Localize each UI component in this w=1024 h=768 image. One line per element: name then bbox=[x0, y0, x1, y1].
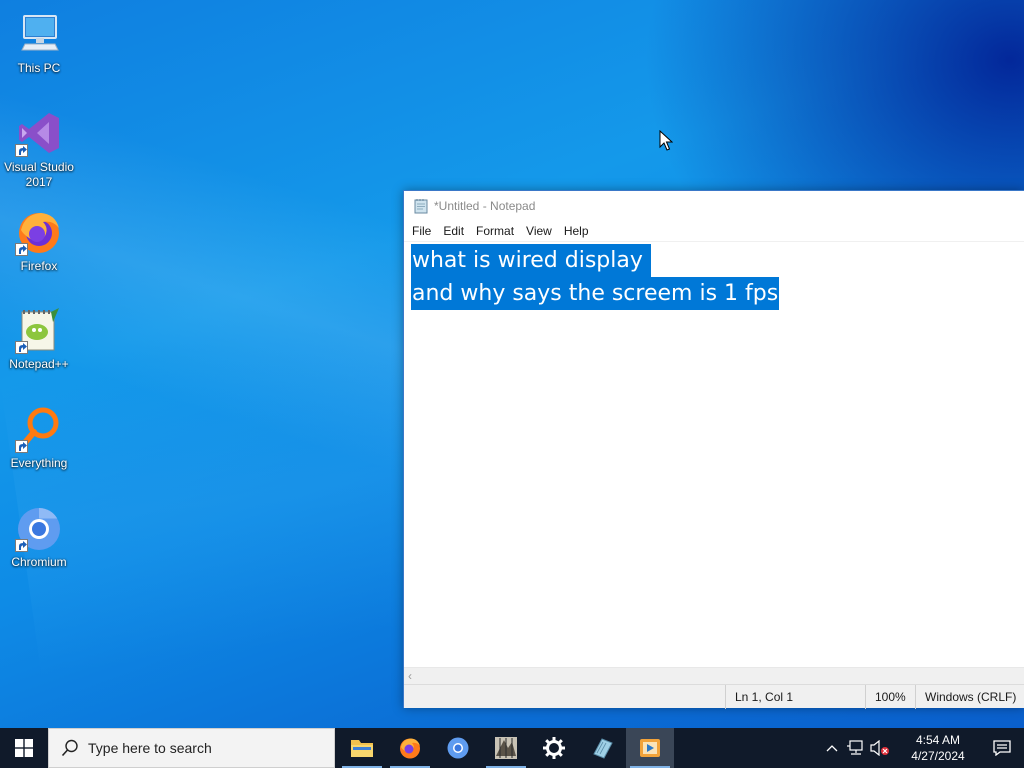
desktop-icon-firefox[interactable]: Firefox bbox=[2, 202, 76, 292]
search-icon bbox=[61, 739, 78, 757]
taskbar-file-explorer[interactable] bbox=[338, 728, 386, 768]
volume-muted-icon bbox=[870, 740, 889, 756]
desktop-icon-label: Chromium bbox=[11, 555, 67, 569]
taskbar-firefox[interactable] bbox=[386, 728, 434, 768]
settings-icon bbox=[543, 737, 565, 759]
mouse-cursor-icon bbox=[659, 129, 674, 156]
search-placeholder: Type here to search bbox=[88, 740, 212, 756]
action-center-button[interactable] bbox=[980, 728, 1024, 768]
desktop-icon-notepadpp[interactable]: Notepad++ bbox=[2, 300, 76, 390]
windows-logo-icon bbox=[15, 739, 33, 757]
desktop: This PC Visual Studio 2017 Firefox Notep… bbox=[0, 0, 1024, 728]
shortcut-arrow-icon bbox=[15, 341, 28, 354]
media-icon bbox=[640, 739, 660, 757]
menu-help[interactable]: Help bbox=[558, 221, 595, 241]
desktop-icon-label: Everything bbox=[10, 456, 68, 470]
desktop-icon-label: Visual Studio 2017 bbox=[4, 160, 74, 189]
status-bar: Ln 1, Col 1 100% Windows (CRLF) bbox=[404, 684, 1024, 709]
taskbar: Type here to search 4:54 AM 4/27/2024 bbox=[0, 728, 1024, 768]
this-pc-icon bbox=[15, 10, 63, 58]
notification-icon bbox=[993, 740, 1011, 756]
desktop-icon-label: Notepad++ bbox=[9, 357, 69, 371]
firefox-icon bbox=[400, 738, 420, 759]
notepad-window[interactable]: *Untitled - Notepad File Edit Format Vie… bbox=[403, 190, 1024, 709]
horizontal-scrollbar[interactable]: ‹ bbox=[404, 667, 1024, 684]
status-zoom: 100% bbox=[865, 685, 915, 709]
start-button[interactable] bbox=[0, 728, 48, 768]
notepad-icon bbox=[413, 198, 429, 214]
show-hidden-icons-button[interactable] bbox=[820, 728, 844, 768]
taskbar-media[interactable] bbox=[626, 728, 674, 768]
volume-button[interactable] bbox=[868, 728, 892, 768]
chromium-icon bbox=[447, 737, 469, 759]
status-position: Ln 1, Col 1 bbox=[725, 685, 865, 709]
window-title: *Untitled - Notepad bbox=[434, 199, 536, 213]
desktop-icon-everything[interactable]: Everything bbox=[2, 399, 76, 489]
desktop-icon-label: Firefox bbox=[20, 259, 58, 273]
desktop-icon-chromium[interactable]: Chromium bbox=[2, 498, 76, 588]
status-encoding: Windows (CRLF) bbox=[915, 685, 1024, 709]
desktop-icon-this-pc[interactable]: This PC bbox=[2, 4, 76, 94]
notepad-icon bbox=[593, 738, 613, 759]
notepadpp-icon bbox=[15, 306, 63, 354]
firefox-icon bbox=[15, 208, 63, 256]
clock-time: 4:54 AM bbox=[915, 733, 961, 747]
menu-bar: File Edit Format View Help bbox=[404, 221, 1024, 241]
shortcut-arrow-icon bbox=[15, 539, 28, 552]
everything-icon bbox=[15, 405, 63, 453]
desktop-icon-label: This PC bbox=[17, 61, 61, 75]
text-editor[interactable]: what is wired display and why says the s… bbox=[404, 241, 1024, 667]
chevron-up-icon bbox=[826, 745, 838, 752]
menu-format[interactable]: Format bbox=[470, 221, 520, 241]
notepad-titlebar[interactable]: *Untitled - Notepad bbox=[404, 191, 1024, 221]
menu-file[interactable]: File bbox=[406, 221, 437, 241]
shortcut-arrow-icon bbox=[15, 440, 28, 453]
taskbar-chromium[interactable] bbox=[434, 728, 482, 768]
system-tray: 4:54 AM 4/27/2024 bbox=[820, 728, 1024, 768]
app-icon bbox=[495, 737, 517, 759]
network-button[interactable] bbox=[844, 728, 868, 768]
visual-studio-icon bbox=[15, 109, 63, 157]
menu-edit[interactable]: Edit bbox=[437, 221, 470, 241]
scroll-left-icon[interactable]: ‹ bbox=[408, 669, 412, 683]
taskbar-notepad[interactable] bbox=[578, 728, 626, 768]
clock-date: 4/27/2024 bbox=[911, 749, 965, 763]
network-icon bbox=[847, 740, 863, 755]
taskbar-search[interactable]: Type here to search bbox=[48, 728, 335, 768]
selected-text-line[interactable]: and why says the screem is 1 fps bbox=[411, 277, 780, 310]
taskbar-clock[interactable]: 4:54 AM 4/27/2024 bbox=[898, 732, 978, 764]
desktop-icon-visual-studio[interactable]: Visual Studio 2017 bbox=[2, 103, 76, 193]
taskbar-apps bbox=[338, 728, 674, 768]
taskbar-app[interactable] bbox=[482, 728, 530, 768]
shortcut-arrow-icon bbox=[15, 144, 28, 157]
file-explorer-icon bbox=[351, 740, 373, 757]
chromium-icon bbox=[15, 504, 63, 552]
taskbar-settings[interactable] bbox=[530, 728, 578, 768]
selected-text-line[interactable]: what is wired display bbox=[411, 244, 651, 277]
menu-view[interactable]: View bbox=[520, 221, 558, 241]
shortcut-arrow-icon bbox=[15, 243, 28, 256]
